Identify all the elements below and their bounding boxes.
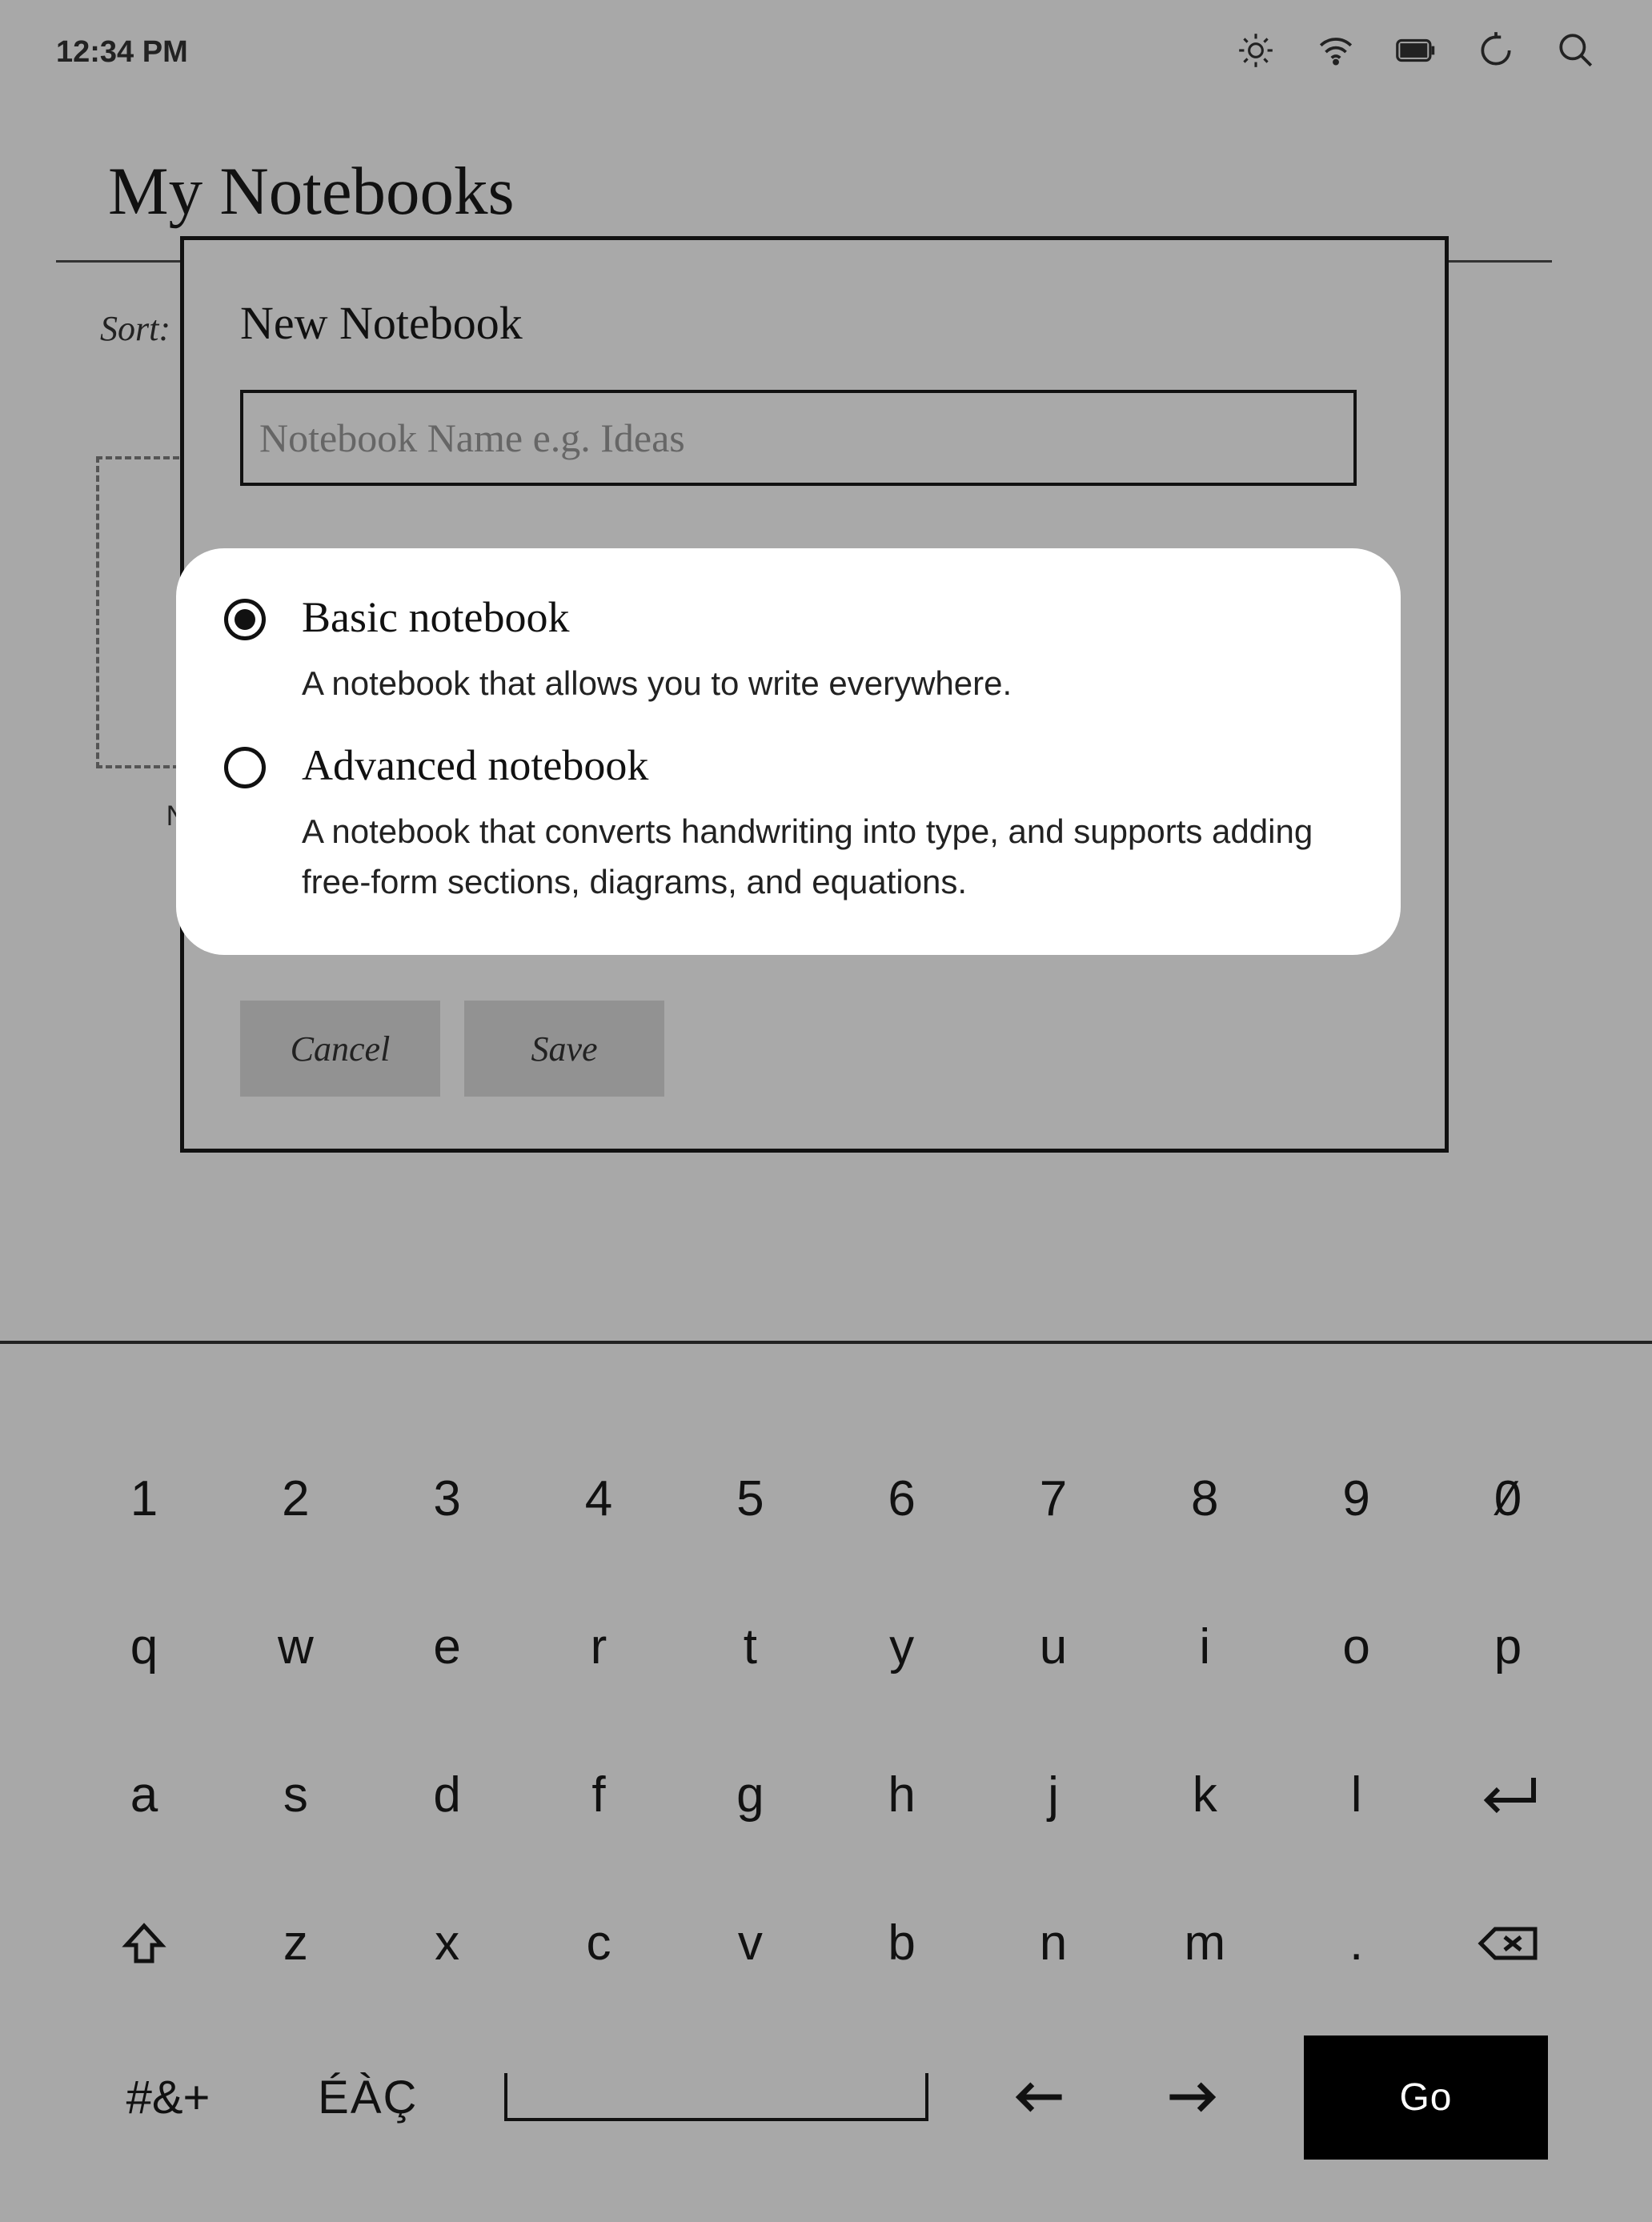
key-go[interactable]: Go <box>1304 2035 1548 2160</box>
key-s[interactable]: s <box>255 1767 335 1823</box>
key-arrow-right[interactable] <box>1152 2079 1232 2116</box>
key-1[interactable]: 1 <box>104 1470 184 1527</box>
option-title: Advanced notebook <box>302 740 1353 790</box>
key-f[interactable]: f <box>559 1767 639 1823</box>
key-d[interactable]: d <box>407 1767 487 1823</box>
cancel-button[interactable]: Cancel <box>240 1001 440 1097</box>
save-button[interactable]: Save <box>464 1001 664 1097</box>
key-w[interactable]: w <box>255 1618 335 1675</box>
keyboard-row-3: a s d f g h j k l <box>104 1721 1548 1869</box>
key-6[interactable]: 6 <box>862 1470 942 1527</box>
key-9[interactable]: 9 <box>1317 1470 1397 1527</box>
key-y[interactable]: y <box>862 1618 942 1675</box>
key-arrow-left[interactable] <box>1000 2079 1080 2116</box>
status-time: 12:34 PM <box>56 35 188 70</box>
option-title: Basic notebook <box>302 592 1353 642</box>
key-0[interactable]: 0 ⁄ <box>1468 1470 1548 1527</box>
key-m[interactable]: m <box>1165 1915 1245 1971</box>
key-accents[interactable]: ÉÀÇ <box>304 2071 432 2124</box>
key-x[interactable]: x <box>407 1915 487 1971</box>
new-notebook-modal: New Notebook Basic notebook A notebook t… <box>180 236 1449 1153</box>
keyboard-row-numbers: 1 2 3 4 5 6 7 8 9 0 ⁄ <box>104 1425 1548 1573</box>
key-3[interactable]: 3 <box>407 1470 487 1527</box>
key-u[interactable]: u <box>1013 1618 1093 1675</box>
sync-icon[interactable] <box>1476 30 1516 74</box>
key-8[interactable]: 8 <box>1165 1470 1245 1527</box>
option-advanced-notebook[interactable]: Advanced notebook A notebook that conver… <box>224 740 1353 907</box>
status-icons <box>1236 30 1596 74</box>
key-o[interactable]: o <box>1317 1618 1397 1675</box>
key-7[interactable]: 7 <box>1013 1470 1093 1527</box>
key-h[interactable]: h <box>862 1767 942 1823</box>
key-j[interactable]: j <box>1013 1767 1093 1823</box>
key-shift[interactable] <box>104 1919 184 1967</box>
notebook-name-input[interactable] <box>240 390 1357 486</box>
page-title: My Notebooks <box>108 152 515 231</box>
sort-label[interactable]: Sort: <box>100 308 170 349</box>
modal-title: New Notebook <box>240 296 1389 350</box>
search-icon[interactable] <box>1556 30 1596 74</box>
battery-icon[interactable] <box>1396 30 1436 74</box>
option-desc: A notebook that allows you to write ever… <box>302 658 1353 708</box>
key-space[interactable] <box>504 2073 928 2121</box>
key-backspace[interactable] <box>1468 1924 1548 1963</box>
key-l[interactable]: l <box>1317 1767 1397 1823</box>
key-i[interactable]: i <box>1165 1618 1245 1675</box>
key-t[interactable]: t <box>710 1618 790 1675</box>
radio-selected-icon <box>224 599 266 640</box>
key-symbols[interactable]: #&+ <box>104 2071 232 2124</box>
key-g[interactable]: g <box>710 1767 790 1823</box>
wifi-icon[interactable] <box>1316 30 1356 74</box>
status-bar: 12:34 PM <box>0 0 1652 104</box>
key-period[interactable]: . <box>1317 1915 1397 1971</box>
key-e[interactable]: e <box>407 1618 487 1675</box>
keyboard-row-4: z x c v b n m . <box>104 1869 1548 2017</box>
key-4[interactable]: 4 <box>559 1470 639 1527</box>
key-k[interactable]: k <box>1165 1767 1245 1823</box>
key-r[interactable]: r <box>559 1618 639 1675</box>
keyboard-row-2: q w e r t y u i o p <box>104 1573 1548 1721</box>
key-q[interactable]: q <box>104 1618 184 1675</box>
key-p[interactable]: p <box>1468 1618 1548 1675</box>
notebook-type-options: Basic notebook A notebook that allows yo… <box>176 548 1401 955</box>
key-a[interactable]: a <box>104 1767 184 1823</box>
on-screen-keyboard: 1 2 3 4 5 6 7 8 9 0 ⁄ q w e r t y u i o … <box>0 1409 1652 2222</box>
keyboard-separator <box>0 1341 1652 1344</box>
keyboard-row-5: #&+ ÉÀÇ Go <box>104 2017 1548 2177</box>
key-c[interactable]: c <box>559 1915 639 1971</box>
key-enter[interactable] <box>1468 1771 1548 1819</box>
option-desc: A notebook that converts handwriting int… <box>302 806 1353 907</box>
option-basic-notebook[interactable]: Basic notebook A notebook that allows yo… <box>224 592 1353 708</box>
brightness-icon[interactable] <box>1236 30 1276 74</box>
key-2[interactable]: 2 <box>255 1470 335 1527</box>
key-b[interactable]: b <box>862 1915 942 1971</box>
key-z[interactable]: z <box>255 1915 335 1971</box>
radio-unselected-icon <box>224 747 266 788</box>
key-n[interactable]: n <box>1013 1915 1093 1971</box>
key-5[interactable]: 5 <box>710 1470 790 1527</box>
key-v[interactable]: v <box>710 1915 790 1971</box>
